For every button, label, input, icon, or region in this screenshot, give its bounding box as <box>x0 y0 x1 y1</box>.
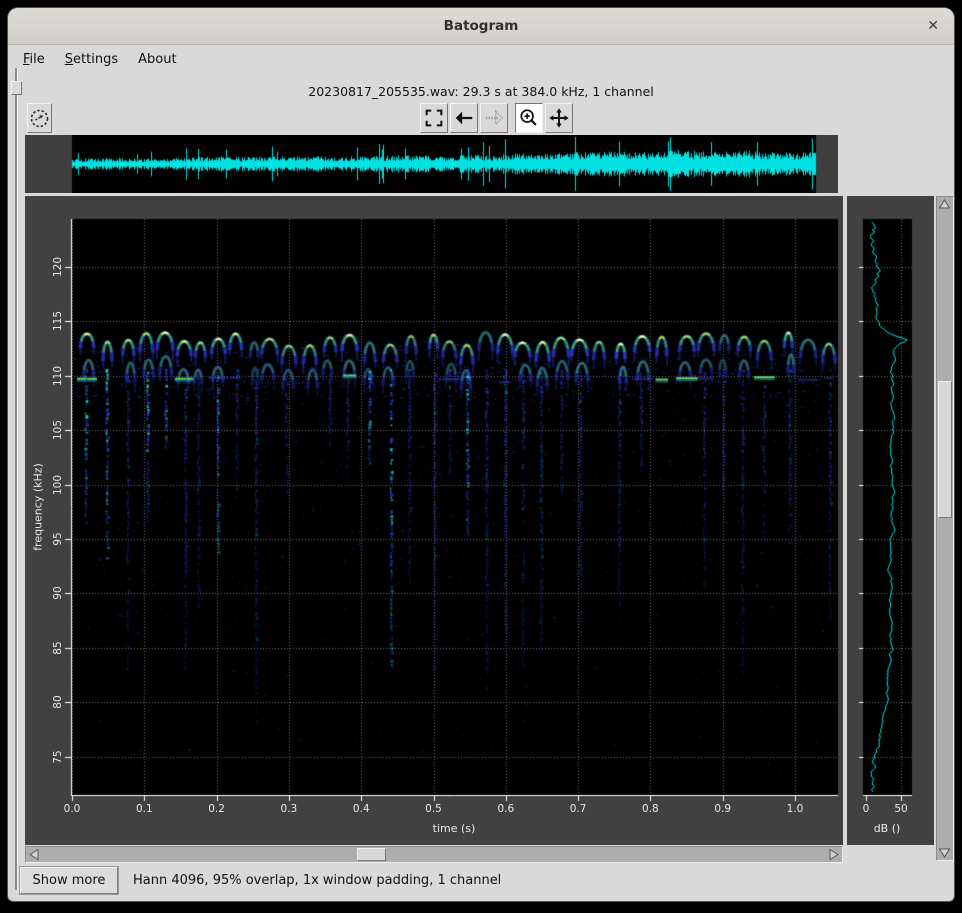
menubar: File Settings About <box>21 46 179 72</box>
power-profile-canvas[interactable] <box>847 196 934 845</box>
reset-view-button[interactable] <box>27 103 52 133</box>
scrollbar-right-button[interactable] <box>826 847 841 862</box>
up-arrow-icon <box>937 197 952 212</box>
scrollbar-thumb[interactable] <box>357 848 386 861</box>
right-arrow-icon <box>826 847 841 862</box>
time-tick-label: 0.5 <box>425 803 442 815</box>
time-tick-label: 1.0 <box>787 803 804 815</box>
zoom-in-icon <box>518 107 540 129</box>
spectrogram-canvas[interactable] <box>25 196 843 845</box>
spectrogram-panel[interactable]: frequency (kHz) time (s) 120 115 110 105 100… <box>25 196 843 845</box>
arrow-left-icon <box>453 107 475 129</box>
time-tick-label: 0.7 <box>570 803 587 815</box>
statusbar: Show more Hann 4096, 95% overlap, 1x win… <box>8 866 954 896</box>
pan-move-icon <box>548 107 570 129</box>
fit-all-icon <box>423 107 445 129</box>
reset-view-icon <box>29 108 50 129</box>
toolbar <box>420 103 573 133</box>
status-text: Hann 4096, 95% overlap, 1x window paddin… <box>133 866 501 895</box>
menu-item-about[interactable]: About <box>136 50 178 69</box>
horizontal-scrollbar[interactable] <box>25 846 843 863</box>
waveform-canvas[interactable] <box>25 135 838 193</box>
time-tick-label: 0.4 <box>353 803 370 815</box>
vertical-scrollbar[interactable] <box>936 196 954 861</box>
menu-item-file[interactable]: File <box>21 50 47 69</box>
scrollbar-up-button[interactable] <box>937 197 952 212</box>
x-axis-label: time (s) <box>433 822 476 835</box>
titlebar[interactable]: Batogram ✕ <box>8 8 954 45</box>
time-tick-label: 0.2 <box>208 803 225 815</box>
freq-tick-label: 80 <box>52 696 64 709</box>
freq-tick-label: 105 <box>52 420 64 440</box>
window-title: Batogram <box>8 8 954 44</box>
time-tick-label: 0.1 <box>136 803 153 815</box>
pan-button[interactable] <box>545 103 573 133</box>
time-tick-label: 0.3 <box>281 803 298 815</box>
pane-splitter[interactable] <box>11 68 22 890</box>
zoom-button[interactable] <box>515 103 543 133</box>
scrollbar-thumb[interactable] <box>938 381 952 518</box>
freq-tick-label: 95 <box>52 532 64 545</box>
back-button[interactable] <box>450 103 478 133</box>
left-arrow-icon <box>27 847 42 862</box>
time-tick-label: 0.8 <box>642 803 659 815</box>
scrollbar-down-button[interactable] <box>937 845 952 860</box>
scrollbar-left-button[interactable] <box>27 847 42 862</box>
show-more-button[interactable]: Show more <box>20 867 118 894</box>
freq-tick-label: 115 <box>52 311 64 331</box>
db-tick-label: 50 <box>894 803 907 815</box>
file-info: 20230817_205535.wav: 29.3 s at 384.0 kHz… <box>8 84 954 99</box>
freq-tick-label: 120 <box>52 257 64 277</box>
splitter-track[interactable] <box>15 68 18 890</box>
y-axis-label: frequency (kHz) <box>32 463 45 551</box>
freq-tick-label: 100 <box>52 474 64 494</box>
freq-tick-label: 90 <box>52 587 64 600</box>
freq-tick-label: 85 <box>52 641 64 654</box>
time-tick-label: 0.6 <box>497 803 514 815</box>
down-arrow-icon <box>937 845 952 860</box>
db-tick-label: 0 <box>863 803 870 815</box>
db-axis-label: dB () <box>874 822 901 835</box>
freq-tick-label: 75 <box>52 750 64 763</box>
waveform-overview[interactable] <box>25 135 838 193</box>
menu-item-settings[interactable]: Settings <box>63 50 120 69</box>
power-profile-panel[interactable]: dB () 0 50 <box>847 196 934 845</box>
fit-all-button[interactable] <box>420 103 448 133</box>
time-tick-label: 0.0 <box>64 803 81 815</box>
freq-tick-label: 110 <box>52 366 64 386</box>
forward-button[interactable] <box>480 103 508 133</box>
time-tick-label: 0.9 <box>714 803 731 815</box>
splitter-handle[interactable] <box>11 81 22 95</box>
app-window: Batogram ✕ File Settings About 20230817_20… <box>8 8 954 901</box>
arrow-right-icon <box>483 107 505 129</box>
close-button[interactable]: ✕ <box>927 8 939 44</box>
desktop-background: Batogram ✕ File Settings About 20230817_20… <box>0 0 962 913</box>
